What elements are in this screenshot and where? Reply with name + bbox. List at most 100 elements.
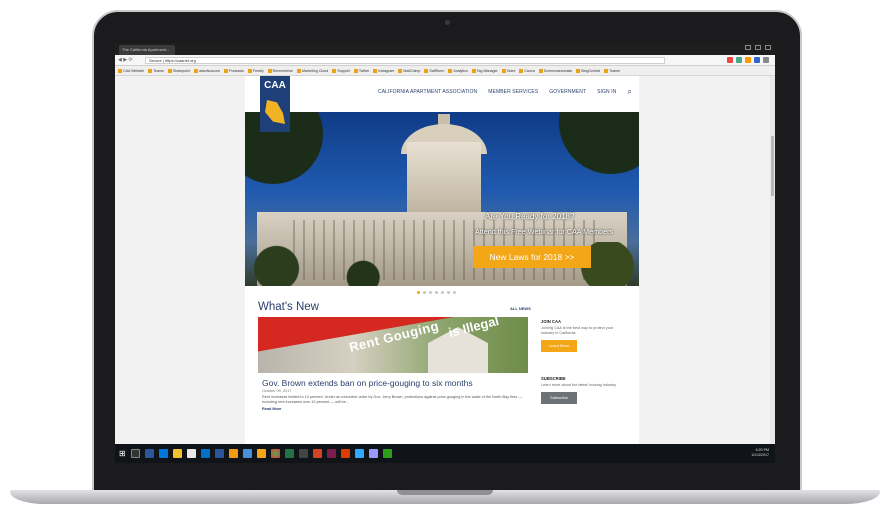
read-more-link[interactable]: Read More xyxy=(262,407,281,411)
bookmark-label: Teams xyxy=(153,68,164,73)
extension-icon[interactable] xyxy=(736,57,742,63)
bookmark-item[interactable]: Instagram xyxy=(373,68,394,73)
word-icon[interactable] xyxy=(214,449,224,458)
nav-item-government[interactable]: GOVERNMENT xyxy=(549,89,586,97)
carousel-dot[interactable] xyxy=(435,291,438,294)
bookmark-item[interactable]: Support xyxy=(332,68,350,73)
bookmark-item[interactable]: Trainer xyxy=(604,68,620,73)
system-clock[interactable]: 6:20 PM 11/13/2017 xyxy=(751,448,769,458)
page-scrollbar[interactable] xyxy=(770,76,775,444)
search-icon[interactable]: ⌕ xyxy=(627,87,632,97)
app-icon[interactable] xyxy=(242,449,252,458)
nav-item-caa[interactable]: CALIFORNIA APARTMENT ASSOCIATION xyxy=(378,89,477,97)
menu-icon[interactable] xyxy=(763,57,769,63)
bookmark-icon xyxy=(148,68,153,73)
bookmark-item[interactable]: Canva xyxy=(519,68,535,73)
folder-icon[interactable] xyxy=(256,449,266,458)
bookmark-label: Feedly xyxy=(252,68,264,73)
bookmark-item[interactable]: Twitter xyxy=(353,68,370,73)
bookmark-icon xyxy=(576,68,581,73)
section-title: What's New xyxy=(258,301,319,313)
hero-headline: Are You Ready for 2018? xyxy=(485,212,575,221)
nav-item-member-services[interactable]: MEMBER SERVICES xyxy=(488,89,538,97)
bookmark-item[interactable]: Podcasts xyxy=(224,68,244,73)
browser-tab[interactable]: The California Apartment... xyxy=(119,45,175,55)
extension-icon[interactable] xyxy=(727,57,733,63)
excel-icon[interactable] xyxy=(284,449,294,458)
carousel-dot[interactable] xyxy=(447,291,450,294)
premiere-icon[interactable] xyxy=(368,449,378,458)
capitol-drum xyxy=(407,142,481,212)
window-controls xyxy=(745,45,771,50)
back-forward-icon[interactable]: ◀ ▶ ⟳ xyxy=(118,57,133,63)
all-news-link[interactable]: ALL NEWS xyxy=(510,306,531,311)
bookmark-item[interactable]: Remembrise xyxy=(267,68,293,73)
bookmark-item[interactable]: Feedly xyxy=(247,68,264,73)
bookmark-label: SalRform xyxy=(429,68,445,73)
browser-tabbar: The California Apartment... xyxy=(115,43,775,55)
bookmark-icon xyxy=(118,68,122,73)
bookmark-item[interactable]: Teams xyxy=(148,68,164,73)
site-header: CAA CALIFORNIA APARTMENT ASSOCIATION MEM… xyxy=(245,76,639,132)
hero-cta-button[interactable]: New Laws for 2018 >> xyxy=(473,246,591,268)
minimize-icon[interactable] xyxy=(745,45,751,50)
page-viewport: CAA CALIFORNIA APARTMENT ASSOCIATION MEM… xyxy=(115,76,775,444)
chrome-icon[interactable] xyxy=(270,449,280,458)
url-input[interactable]: Secure | https://caanet.org xyxy=(145,57,665,64)
carousel-dot[interactable] xyxy=(453,291,456,294)
close-icon[interactable] xyxy=(765,45,771,50)
powerpoint-icon[interactable] xyxy=(312,449,322,458)
photoshop-icon[interactable] xyxy=(354,449,364,458)
news-image[interactable]: Rent Gouging is Illegal xyxy=(258,317,528,373)
search-icon[interactable] xyxy=(130,449,140,458)
bookmark-item[interactable]: Screencastomatic xyxy=(538,68,572,73)
bookmark-label: Support xyxy=(337,68,350,73)
hero-banner: Are You Ready for 2018? Attend this Free… xyxy=(245,112,639,286)
bookmark-label: Twitter xyxy=(358,68,370,73)
carousel-dot[interactable] xyxy=(423,291,426,294)
bookmark-label: Podcasts xyxy=(229,68,244,73)
taskbar: ⊞ 6:20 PM 11/13/2017 xyxy=(115,444,775,463)
app-icon[interactable] xyxy=(382,449,392,458)
join-title: JOIN CAA xyxy=(541,319,562,324)
bookmark-item[interactable]: Marketing Cloud xyxy=(297,68,328,73)
extension-icons xyxy=(727,57,769,63)
subscribe-button[interactable]: Subscribe xyxy=(541,392,577,404)
learn-more-button[interactable]: Learn More xyxy=(541,340,577,352)
bookmark-item[interactable]: SalRform xyxy=(424,68,445,73)
carousel-dot[interactable] xyxy=(429,291,432,294)
task-view-icon[interactable] xyxy=(144,449,154,458)
extension-icon[interactable] xyxy=(754,57,760,63)
outlook-icon[interactable] xyxy=(200,449,210,458)
windows-start-icon[interactable]: ⊞ xyxy=(119,449,126,458)
bookmark-item[interactable]: CAA Website xyxy=(118,68,145,73)
bookmark-icon xyxy=(398,68,403,73)
bookmark-item[interactable]: BlogCentral xyxy=(576,68,600,73)
bookmark-item[interactable]: MailChimp xyxy=(398,68,420,73)
bookmark-icon xyxy=(424,68,429,73)
bookmark-item[interactable]: Tag Manager xyxy=(471,68,498,73)
bookmark-label: CAA Website xyxy=(123,68,145,73)
illustrator-icon[interactable] xyxy=(340,449,350,458)
scrollbar-thumb[interactable] xyxy=(771,136,774,196)
extension-icon[interactable] xyxy=(745,57,751,63)
store-icon[interactable] xyxy=(186,449,196,458)
caa-logo[interactable]: CAA xyxy=(260,76,290,132)
carousel-dot[interactable] xyxy=(441,291,444,294)
hero-subline: Attend this Free Webinar for CAA Members xyxy=(475,227,614,236)
subscribe-text: Learn more about the latest housing indu… xyxy=(541,383,617,387)
indesign-icon[interactable] xyxy=(326,449,336,458)
news-headline[interactable]: Gov. Brown extends ban on price-gouging … xyxy=(262,378,473,388)
nav-item-sign-in[interactable]: SIGN IN xyxy=(597,89,616,97)
bookmark-item[interactable]: Sharepoint xyxy=(167,68,190,73)
maximize-icon[interactable] xyxy=(755,45,761,50)
app-icon[interactable] xyxy=(298,449,308,458)
carousel-dot[interactable] xyxy=(417,291,420,294)
website: CAA CALIFORNIA APARTMENT ASSOCIATION MEM… xyxy=(245,76,639,444)
edge-icon[interactable] xyxy=(158,449,168,458)
bookmark-item[interactable]: Giant xyxy=(501,68,515,73)
bookmark-item[interactable]: askofsoccom xyxy=(194,68,220,73)
app-icon[interactable] xyxy=(228,449,238,458)
bookmark-item[interactable]: Analytics xyxy=(448,68,468,73)
file-explorer-icon[interactable] xyxy=(172,449,182,458)
